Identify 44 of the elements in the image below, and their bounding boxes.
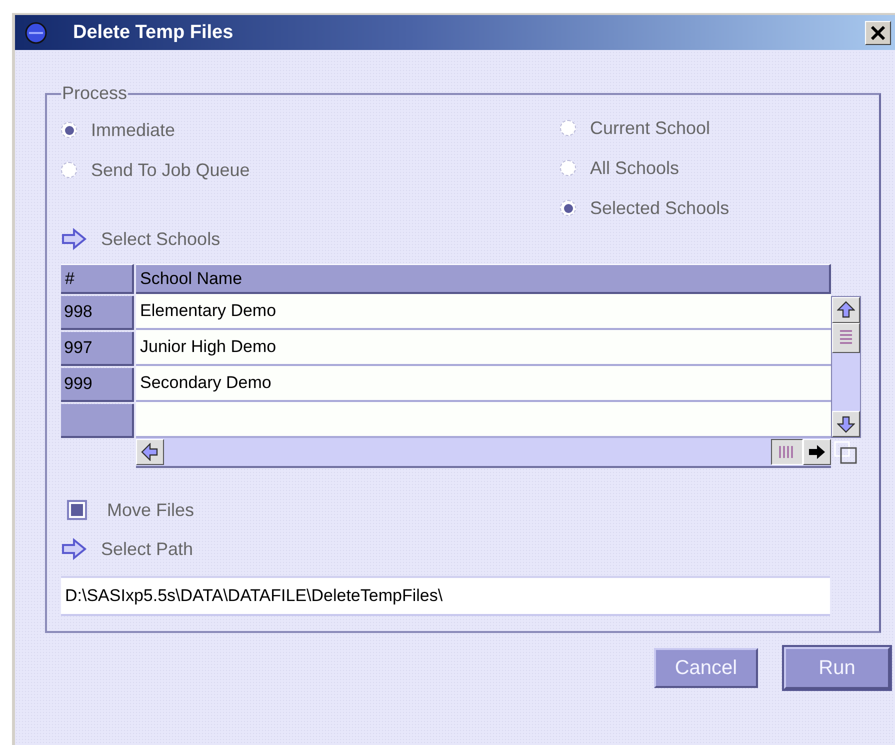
dialog-button[interactable]: Cancel: [654, 648, 758, 688]
radio-button[interactable]: [560, 160, 576, 176]
dialog-button[interactable]: Run: [784, 647, 890, 689]
column-header[interactable]: #: [61, 264, 134, 294]
table-cell: Secondary Demo: [136, 366, 831, 402]
horizontal-scrollbar[interactable]: [136, 438, 831, 468]
radio-button[interactable]: [560, 200, 576, 216]
row-number-cell: 997: [61, 332, 134, 366]
path-field[interactable]: D:\SASIxp5.5s\DATA\DATAFILE\DeleteTempFiles\: [61, 576, 830, 616]
down-arrow-icon: [837, 415, 855, 433]
radio-button[interactable]: [61, 122, 77, 138]
close-button[interactable]: [865, 20, 891, 44]
table-cell: Elementary Demo: [136, 294, 831, 330]
radio-button[interactable]: [560, 120, 576, 136]
scroll-left-button[interactable]: [136, 439, 164, 465]
checkbox-label: Move Files: [107, 500, 194, 520]
row-number-cell: 999: [61, 368, 134, 402]
select-schools-link[interactable]: Select Schools: [61, 228, 220, 250]
radio-label: All Schools: [590, 158, 680, 178]
table-cell: Junior High Demo: [136, 330, 831, 366]
column-header[interactable]: School Name: [136, 264, 831, 294]
close-icon: [870, 26, 886, 40]
arrow-icon: [61, 228, 87, 250]
scroll-right-button[interactable]: [803, 439, 831, 465]
group-legend: Process: [61, 83, 128, 104]
scroll-up-button[interactable]: [832, 297, 860, 323]
app-logo-icon: [25, 22, 47, 44]
resize-corner-icon: [834, 441, 858, 465]
radio-label: Current School: [590, 118, 710, 138]
up-arrow-icon: [837, 301, 855, 319]
radio-label: Immediate: [91, 120, 176, 140]
arrow-icon: [61, 538, 87, 560]
left-arrow-icon: [141, 443, 159, 461]
window-title: Delete Temp Files: [73, 22, 234, 44]
row-number-cell: 998: [61, 296, 134, 330]
vertical-scrollbar[interactable]: [831, 296, 861, 438]
radio-button[interactable]: [61, 162, 77, 178]
radio-label: Selected Schools: [590, 198, 730, 218]
scroll-down-button[interactable]: [832, 411, 860, 437]
scroll-thumb[interactable]: [771, 439, 803, 465]
select-path-link[interactable]: Select Path: [61, 538, 194, 560]
move-files-checkbox[interactable]: [67, 500, 87, 520]
radio-label: Send To Job Queue: [91, 160, 250, 180]
right-arrow-icon: [808, 444, 826, 460]
